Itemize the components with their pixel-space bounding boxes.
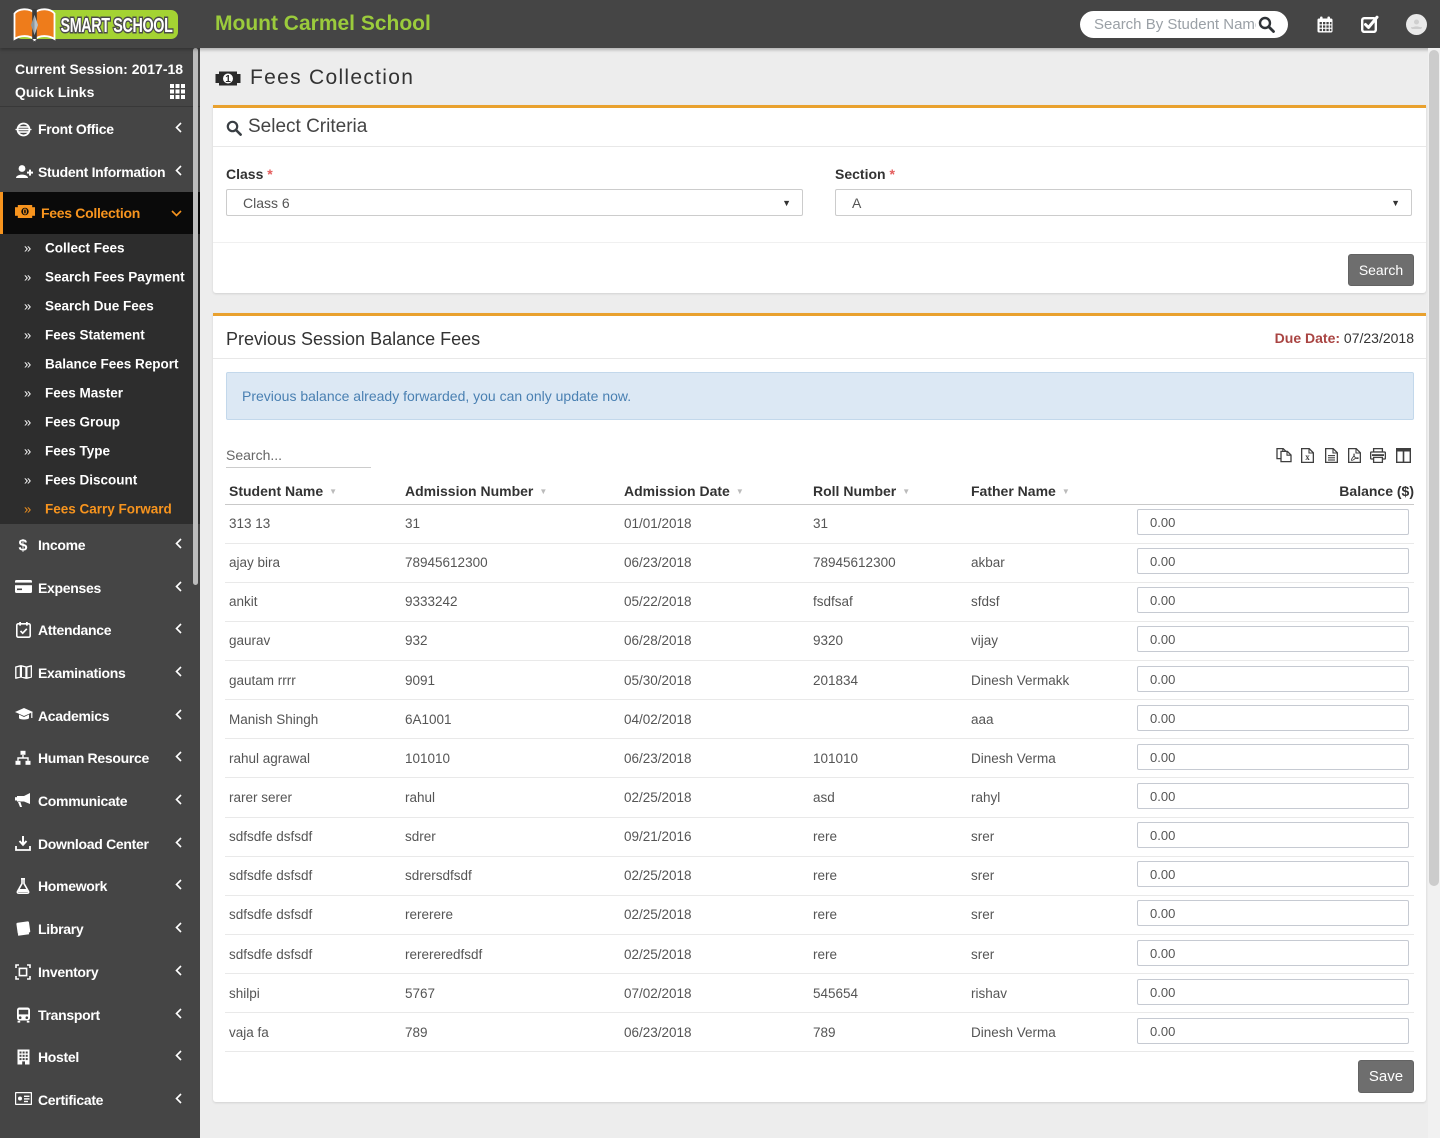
svg-text:1: 1	[225, 74, 231, 85]
svg-text:x: x	[1305, 452, 1310, 462]
svg-text:0: 0	[23, 207, 28, 216]
svg-text:SMART SCHOOL: SMART SCHOOL	[61, 15, 173, 37]
svg-text:$: $	[19, 537, 28, 554]
